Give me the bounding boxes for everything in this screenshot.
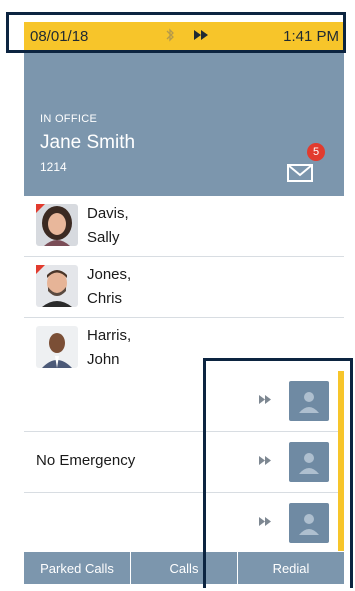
contact-button[interactable] <box>289 503 329 543</box>
contact-button[interactable] <box>289 442 329 482</box>
status-indicator <box>36 204 45 213</box>
user-name: Jane Smith <box>40 132 136 153</box>
avatar <box>36 326 78 368</box>
call-key-label: No Emergency <box>36 452 136 469</box>
contacts-list: Davis, Sally Jones, Chris Harris, John <box>24 196 344 379</box>
bluetooth-icon <box>166 28 174 42</box>
parked-calls-softkey[interactable]: Parked Calls <box>24 551 131 584</box>
status-indicator <box>36 265 45 274</box>
status-bar: 08/01/18 1:41 PM <box>24 22 344 50</box>
voicemail-count-badge: 5 <box>307 143 325 161</box>
user-extension: 1214 <box>40 160 67 174</box>
call-keys: No Emergency <box>24 371 344 554</box>
line-accent-bar <box>338 371 344 551</box>
person-icon <box>299 514 319 535</box>
person-icon <box>299 453 319 474</box>
person-icon <box>299 392 319 413</box>
fast-forward-icon <box>194 30 208 40</box>
softkey-bar: Parked Calls Calls Redial <box>24 551 344 584</box>
voicemail-icon[interactable] <box>287 163 313 183</box>
status-time: 1:41 PM <box>283 28 339 45</box>
fast-forward-icon <box>259 395 271 404</box>
call-key-row[interactable]: No Emergency <box>24 432 344 493</box>
contact-button[interactable] <box>289 381 329 421</box>
contact-item[interactable]: Jones, Chris <box>24 257 344 318</box>
contact-item[interactable]: Harris, John <box>24 318 344 379</box>
calls-softkey[interactable]: Calls <box>131 551 238 584</box>
user-header: IN OFFICE Jane Smith 1214 5 <box>24 50 344 214</box>
redial-softkey[interactable]: Redial <box>238 551 344 584</box>
fast-forward-icon <box>259 456 271 465</box>
call-key-row[interactable] <box>24 371 344 432</box>
contact-name: Jones, Chris <box>87 266 132 307</box>
contact-item[interactable]: Davis, Sally <box>24 196 344 257</box>
call-key-row[interactable] <box>24 493 344 554</box>
contact-name: Davis, Sally <box>87 205 129 246</box>
contact-name: Harris, John <box>87 327 132 368</box>
presence-status[interactable]: IN OFFICE <box>40 113 97 125</box>
phone-screen: 08/01/18 1:41 PM IN OFFICE Jane Smith 12… <box>24 22 344 584</box>
status-date: 08/01/18 <box>30 28 89 45</box>
fast-forward-icon <box>259 517 271 526</box>
